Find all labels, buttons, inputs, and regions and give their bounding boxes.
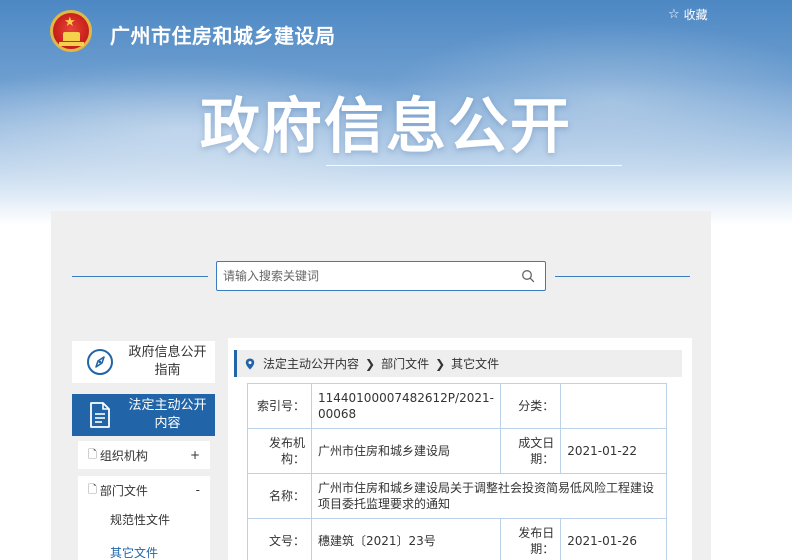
document-info-table: 索引号： 11440100007482612P/2021-00068 分类： 发…: [247, 383, 667, 560]
sidebar-item-dept[interactable]: 🗋 部门文件 -: [78, 476, 210, 504]
document-icon-wrap: [72, 401, 128, 429]
dept-sub-list: 规范性文件 其它文件: [78, 504, 210, 560]
doc-number-key: 文号：: [247, 518, 312, 560]
table-row: 名称： 广州市住房和城乡建设局关于调整社会投资简易低风险工程建设项目委托监理要求…: [247, 473, 667, 519]
location-pin-icon: [245, 358, 255, 369]
chevron-right-icon: ❯: [365, 356, 376, 371]
document-icon: [90, 402, 110, 428]
table-row: 发布机构： 广州市住房和城乡建设局 成文日期： 2021-01-22: [247, 428, 667, 474]
table-row: 索引号： 11440100007482612P/2021-00068 分类：: [247, 383, 667, 429]
breadcrumb-item[interactable]: 部门文件: [381, 355, 429, 372]
table-row: 文号： 穗建筑〔2021〕23号 发布日期： 2021-01-26: [247, 518, 667, 560]
created-date-value: 2021-01-22: [560, 428, 667, 474]
chevron-right-icon: ❯: [435, 356, 446, 371]
title-underline: [326, 165, 622, 166]
page-title: 政府信息公开: [200, 92, 572, 162]
sidebar-item-active-disclosure[interactable]: 法定主动公开内容: [72, 394, 215, 436]
page-icon: 🗋: [88, 447, 97, 461]
breadcrumb: 法定主动公开内容 ❯ 部门文件 ❯ 其它文件: [234, 350, 682, 377]
category-value: [560, 383, 667, 429]
favorite-button[interactable]: ☆ 收藏: [668, 6, 708, 23]
search-icon[interactable]: [521, 269, 535, 283]
compass-icon-wrap: [72, 348, 128, 376]
index-value: 11440100007482612P/2021-00068: [311, 383, 501, 429]
index-key: 索引号：: [247, 383, 312, 429]
collapse-icon[interactable]: -: [196, 483, 200, 497]
name-key: 名称：: [247, 473, 312, 519]
search-divider-right: [555, 276, 690, 277]
name-value: 广州市住房和城乡建设局关于调整社会投资简易低风险工程建设项目委托监理要求的通知: [311, 473, 667, 519]
sidebar-item-label: 法定主动公开内容: [128, 398, 207, 431]
sidebar-link-normative[interactable]: 规范性文件: [110, 511, 170, 528]
sidebar-link-other[interactable]: 其它文件: [110, 544, 158, 560]
sidebar-item-label: 政府信息公开指南: [128, 345, 207, 378]
created-date-key: 成文日期：: [499, 428, 562, 474]
category-key: 分类：: [499, 383, 562, 429]
doc-number-value: 穗建筑〔2021〕23号: [311, 518, 501, 560]
search-input[interactable]: [223, 266, 503, 286]
compass-icon: [87, 349, 113, 375]
search-divider-left: [72, 276, 208, 277]
search-box: [216, 261, 546, 291]
sidebar-sub-label: 部门文件: [99, 483, 148, 498]
published-date-key: 发布日期：: [499, 518, 562, 560]
expand-icon[interactable]: +: [190, 448, 200, 462]
page-icon: 🗋: [88, 482, 97, 496]
favorite-label: 收藏: [683, 8, 708, 22]
national-emblem-icon: ★: [50, 10, 92, 52]
breadcrumb-item[interactable]: 法定主动公开内容: [263, 355, 359, 372]
sidebar-item-guide[interactable]: 政府信息公开指南: [72, 341, 215, 383]
issuer-key: 发布机构：: [247, 428, 312, 474]
published-date-value: 2021-01-26: [560, 518, 667, 560]
breadcrumb-item[interactable]: 其它文件: [451, 355, 499, 372]
issuer-value: 广州市住房和城乡建设局: [311, 428, 501, 474]
sidebar-sub-label: 组织机构: [99, 448, 148, 463]
sidebar-item-org[interactable]: 🗋 组织机构 +: [78, 441, 210, 469]
star-outline-icon: ☆: [668, 7, 680, 22]
site-title[interactable]: 广州市住房和城乡建设局: [110, 20, 336, 49]
